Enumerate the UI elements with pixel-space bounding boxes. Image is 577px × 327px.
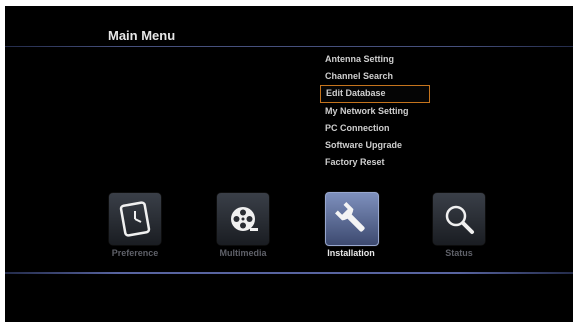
menu-item-factory-reset[interactable]: Factory Reset: [320, 154, 430, 171]
menu-item-antenna-setting[interactable]: Antenna Setting: [320, 51, 430, 68]
magnifier-icon: [445, 205, 474, 234]
multimedia-button[interactable]: [217, 193, 269, 245]
menu-item-my-network-setting[interactable]: My Network Setting: [320, 103, 430, 120]
menu-item-pc-connection[interactable]: PC Connection: [320, 120, 430, 137]
film-reel-icon: [231, 207, 258, 231]
page-title: Main Menu: [108, 28, 176, 43]
preference-label: Preference: [111, 248, 159, 258]
installation-label: Installation: [327, 248, 375, 258]
header-divider: [5, 46, 573, 47]
tv-screen: Main Menu Antenna Setting Channel Search…: [5, 6, 573, 322]
status-label: Status: [445, 248, 473, 258]
menu-item-software-upgrade[interactable]: Software Upgrade: [320, 137, 430, 154]
clock-icon: [119, 201, 151, 237]
preference-button[interactable]: [109, 193, 161, 245]
footer-divider: [5, 272, 573, 274]
installation-submenu: Antenna Setting Channel Search Edit Data…: [320, 51, 430, 171]
multimedia-label: Multimedia: [219, 248, 267, 258]
menu-item-channel-search[interactable]: Channel Search: [320, 68, 430, 85]
installation-button[interactable]: [325, 192, 379, 246]
menu-item-edit-database[interactable]: Edit Database: [320, 85, 430, 103]
status-button[interactable]: [433, 193, 485, 245]
wrench-icon: [335, 202, 365, 232]
